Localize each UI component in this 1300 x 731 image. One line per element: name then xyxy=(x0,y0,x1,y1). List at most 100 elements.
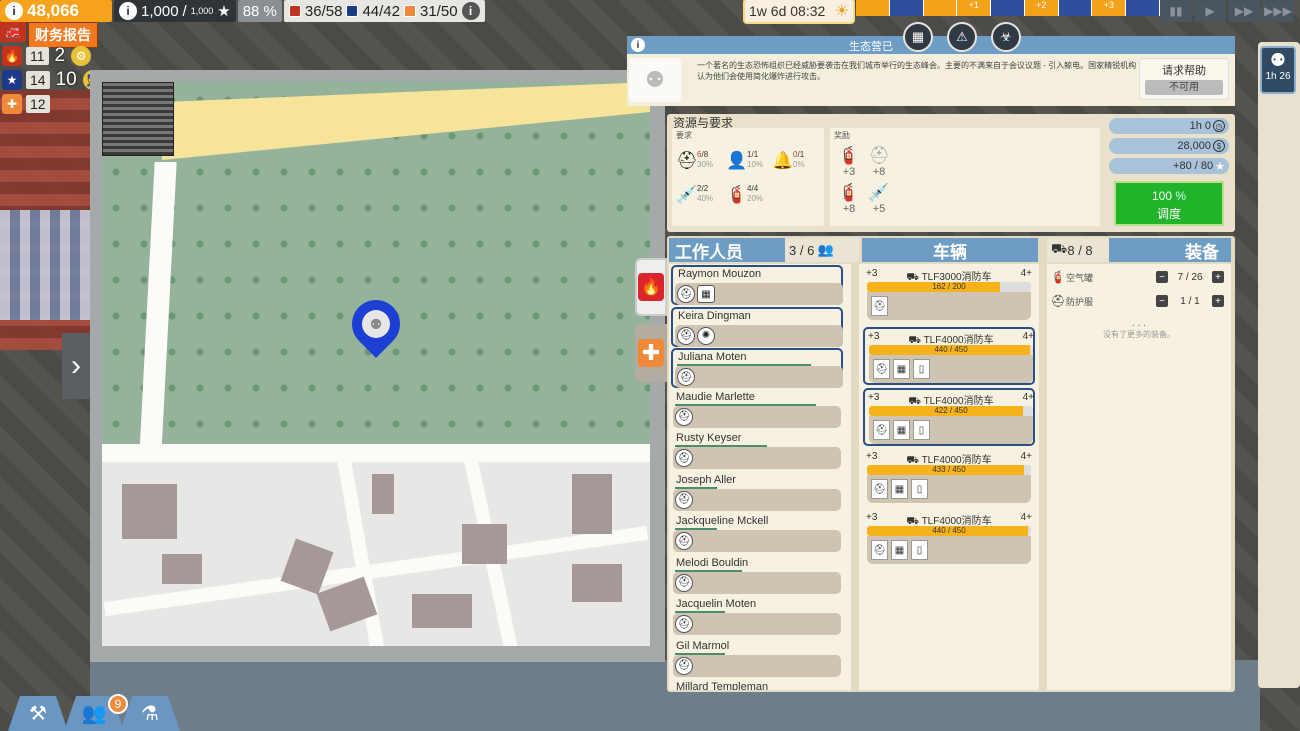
decrease-button[interactable]: − xyxy=(1156,295,1168,307)
fastest-button[interactable]: ▶▶▶ xyxy=(1262,0,1294,22)
equipment-item[interactable]: ⛑ 防护服 − 1 / 1 + xyxy=(1050,290,1226,312)
helmet-icon: ⛑ xyxy=(871,479,888,499)
staff-name: Jacquelin Moten xyxy=(676,598,757,610)
equipment-title: 装备 xyxy=(1185,242,1219,262)
equipment-list[interactable]: 🧯 空气罐 − 7 / 26 + ⛑ 防护服 − 1 / 1 + . . . 没… xyxy=(1047,264,1231,690)
info-icon[interactable]: i xyxy=(631,38,645,52)
timeline[interactable]: +1 +2 +3 xyxy=(856,0,1161,16)
timeline-segment xyxy=(923,0,958,16)
equipment-name: 防护服 xyxy=(1066,296,1094,307)
biohazard-icon[interactable]: ☣ xyxy=(991,22,1021,52)
dispatch-label: 调度 xyxy=(1156,207,1181,221)
mission-location-pin[interactable]: ⚉ xyxy=(342,290,410,360)
vehicle-card[interactable]: +3 ⛟ TLF4000消防车 4+ 440 / 450 ⛑ ▦ ▯ xyxy=(863,510,1035,568)
staff-card[interactable]: Raymon Mouzon ⛑ ▦ xyxy=(671,265,843,305)
helmet-icon: ⛑ xyxy=(675,407,693,426)
info-icon: i xyxy=(461,2,480,20)
game-clock[interactable]: 1w 6d 08:32 ☀ xyxy=(745,0,853,22)
vehicle-card[interactable]: +3 ⛟ TLF4000消防车 4+ 440 / 450 ⛑ ▦ ▯ xyxy=(863,327,1035,385)
chevron-right-icon[interactable]: › xyxy=(62,333,90,399)
station-counts[interactable]: 36/58 44/42 31/50 i xyxy=(283,0,485,22)
staff-card[interactable]: Jacquelin Moten ⛑ xyxy=(671,597,843,637)
staff-slot xyxy=(673,488,841,511)
request-help-button[interactable]: 不可用 xyxy=(1145,80,1223,95)
staff-slot xyxy=(673,405,841,428)
staff-card[interactable]: Jackqueline Mckell ⛑ xyxy=(671,514,843,554)
extinguisher-icon: ▯ xyxy=(911,540,928,560)
map-building xyxy=(162,554,202,584)
staff-card[interactable]: Juliana Moten ⛑ xyxy=(671,348,843,388)
stat-extra: 10 xyxy=(55,69,77,90)
request-help-title: 请求帮助 xyxy=(1162,65,1206,77)
stat-medic[interactable]: ✚ 12 xyxy=(2,93,103,115)
fire-icon: 🔥 xyxy=(2,46,22,66)
decrease-button[interactable]: − xyxy=(1156,271,1168,283)
fame-max: 1,000 xyxy=(190,6,214,16)
equipment-item[interactable]: 🧯 空气罐 − 7 / 26 + xyxy=(1050,266,1226,288)
fame-display[interactable]: i 1,000/1,000 ★ xyxy=(114,0,236,22)
staff-name: Millard Templeman xyxy=(676,681,769,690)
build-tools-button[interactable]: ⚒ xyxy=(8,696,68,731)
stat-fire[interactable]: 🔥 11 2 ⚙ xyxy=(2,45,103,67)
resource-columns: 工作人员 3 / 6 👥 车辆 ⛟ 8 / 8 装备 Raymon Mouzon … xyxy=(667,236,1235,692)
vehicles-button[interactable]: ⚗ xyxy=(120,696,180,731)
staff-card[interactable]: Gil Marmol ⛑ xyxy=(671,639,843,679)
money-display[interactable]: i 48,066 xyxy=(0,0,112,22)
helmet-icon: ⛑ xyxy=(676,151,698,170)
staff-name: Raymon Mouzon xyxy=(678,268,762,280)
extinguisher-icon: 🧯 xyxy=(838,146,860,165)
staff-card[interactable]: Melodi Bouldin ⛑ xyxy=(671,556,843,596)
vehicle-fuel-value: 162 / 200 xyxy=(932,282,966,291)
staff-card[interactable]: Rusty Keyser ⛑ xyxy=(671,431,843,471)
pause-button[interactable]: ▮▮ xyxy=(1160,0,1192,22)
map-building xyxy=(462,524,507,564)
request-help: 请求帮助 不可用 xyxy=(1139,58,1229,100)
vehicle-slots: ⛑ ▦ ▯ xyxy=(867,536,1031,564)
staff-slot xyxy=(673,571,841,594)
helmet-icon: ⛑ xyxy=(675,490,693,509)
staff-title: 工作人员 xyxy=(675,242,743,262)
play-button[interactable]: ▶ xyxy=(1194,0,1226,22)
mission-map-frame: ⚉ xyxy=(90,70,665,662)
info-icon: i xyxy=(119,2,137,20)
stat-value: 12 xyxy=(26,95,50,113)
alarm-icon: ✺ xyxy=(697,326,715,345)
extinguisher-icon: ▯ xyxy=(913,359,930,379)
mission-badge[interactable]: ⚉ 1h 26 xyxy=(1260,46,1296,94)
staff-card[interactable]: Joseph Aller ⛑ xyxy=(671,473,843,513)
mission-title: 生态营已 xyxy=(849,41,893,53)
mission-badge-time: 1h 26 xyxy=(1265,71,1291,82)
staff-card[interactable]: Maudie Marlette ⛑ xyxy=(671,390,843,430)
fire-truck-icon: 🚒 xyxy=(0,22,26,42)
stat-police[interactable]: ★ 14 10 👮 xyxy=(2,69,103,91)
vehicle-list[interactable]: +3 ⛟ TLF3000消防车 4+ 162 / 200 ⛑ +3 ⛟ TLF4000… xyxy=(859,264,1039,690)
building-icon[interactable]: ▦ xyxy=(903,22,933,52)
increase-button[interactable]: + xyxy=(1212,295,1224,307)
timeline-segment xyxy=(890,0,924,16)
mission-map[interactable]: ⚉ xyxy=(102,82,650,646)
approval-display[interactable]: 88 % xyxy=(237,0,282,22)
bonus-item: 🧯 +8 xyxy=(836,183,862,215)
vehicle-card[interactable]: +3 ⛟ TLF4000消防车 4+ 433 / 450 ⛑ ▦ ▯ xyxy=(863,449,1035,507)
requirements-label: 要求 xyxy=(676,131,692,140)
truck-icon: ⛟ xyxy=(1051,241,1068,256)
clock-icon: ◷ xyxy=(1213,120,1225,132)
dispatch-button[interactable]: 100 % 调度 xyxy=(1114,181,1224,226)
approval-value: 88 % xyxy=(242,2,277,20)
vehicle-card[interactable]: +3 ⛟ TLF3000消防车 4+ 162 / 200 ⛑ xyxy=(863,266,1035,324)
increase-button[interactable]: + xyxy=(1212,271,1224,283)
vehicle-icon: ⚙ xyxy=(71,46,92,66)
helmet-icon: ⛑ xyxy=(675,615,693,633)
alarm-icon[interactable]: ⚠ xyxy=(947,22,977,52)
extinguisher-icon: ▯ xyxy=(911,479,928,499)
staff-list[interactable]: Raymon Mouzon ⛑ ▦ Keira Dingman ⛑ ✺ Juli… xyxy=(669,264,851,690)
staff-card[interactable]: Keira Dingman ⛑ ✺ xyxy=(671,306,843,347)
staff-card[interactable]: Millard Templeman xyxy=(671,680,843,690)
helmet-icon: ⛑ xyxy=(868,146,890,165)
vehicle-card[interactable]: +3 ⛟ TLF4000消防车 4+ 422 / 450 ⛑ ▦ ▯ xyxy=(863,388,1035,446)
staff-name: Gil Marmol xyxy=(676,639,730,652)
helmet-icon: ⛑ xyxy=(675,532,693,550)
staff-name: Juliana Moten xyxy=(678,351,747,363)
fast-button[interactable]: ▶▶ xyxy=(1228,0,1260,22)
top-hud: i 48,066 i 1,000/1,000 ★ 88 % 36/58 44/4… xyxy=(0,0,485,22)
